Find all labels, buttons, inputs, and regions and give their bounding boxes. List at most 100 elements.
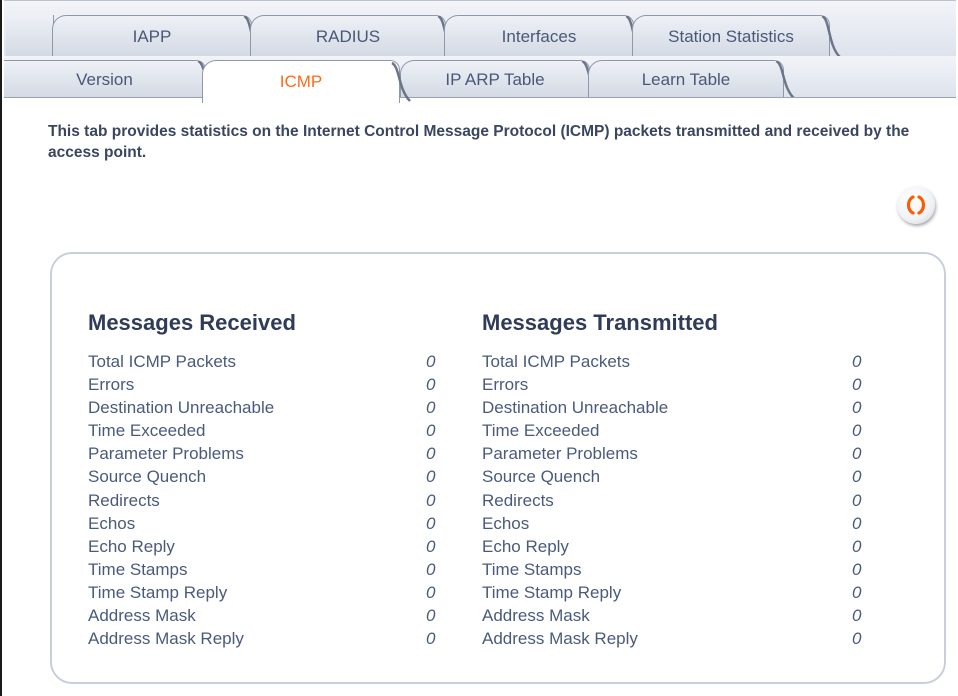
stat-row: Redirects 0: [88, 489, 448, 512]
icmp-statistics-panel: Messages Received Total ICMP Packets 0 Er…: [50, 252, 946, 684]
section-title: Messages Received: [88, 310, 296, 335]
tab-ip-arp-table[interactable]: IP ARP Table: [400, 60, 601, 98]
tab-label: IAPP: [132, 26, 172, 46]
page-description: This tab provides statistics on the Inte…: [48, 123, 910, 161]
stat-row: Echo Reply 0: [88, 535, 448, 558]
tab-curl-icon: [775, 61, 795, 98]
stat-value: 0: [852, 559, 862, 579]
stat-row: Echos 0: [482, 512, 882, 535]
tab-version[interactable]: Version: [4, 60, 217, 98]
stat-label: Address Mask Reply: [88, 629, 244, 649]
stat-row: Source Quench 0: [88, 465, 448, 488]
stat-label: Time Exceeded: [88, 421, 206, 441]
stat-label: Parameter Problems: [482, 444, 638, 464]
stat-label: Total ICMP Packets: [482, 352, 631, 371]
stat-label: Destination Unreachable: [482, 398, 669, 418]
tab-label: IP ARP Table: [445, 69, 545, 89]
messages-received-section: Messages Received Total ICMP Packets 0 Er…: [88, 308, 448, 666]
stat-value: 0: [426, 559, 436, 579]
stat-row: Address Mask 0: [482, 604, 882, 627]
stat-row: Echos 0: [88, 512, 448, 535]
tab-curl-icon: [821, 16, 841, 57]
tab-label: Station Statistics: [668, 26, 794, 46]
stat-value: 0: [426, 467, 436, 487]
tab-interfaces[interactable]: Interfaces: [444, 15, 645, 57]
stat-label: Parameter Problems: [88, 444, 244, 464]
stat-value: 0: [852, 375, 862, 395]
stat-value: 0: [852, 536, 862, 556]
stat-value: 0: [426, 536, 436, 556]
stat-row: Destination Unreachable 0: [482, 396, 882, 419]
stat-value: 0: [852, 444, 862, 464]
messages-transmitted-section: Messages Transmitted Total ICMP Packets 0…: [482, 308, 882, 666]
tab-label: ICMP: [279, 72, 323, 91]
stat-row: Echo Reply 0: [482, 535, 882, 558]
section-title: Messages Transmitted: [482, 310, 718, 335]
stat-label: Errors: [88, 375, 135, 395]
stat-value: 0: [852, 352, 862, 371]
stat-value: 0: [426, 444, 436, 464]
stat-row: Total ICMP Packets 0: [482, 350, 882, 373]
stat-value: 0: [852, 629, 862, 649]
refresh-icon: [906, 195, 926, 215]
stat-row: Time Stamp Reply 0: [88, 581, 448, 604]
refresh-button[interactable]: [897, 186, 935, 224]
tab-label: Interfaces: [501, 26, 577, 46]
tab-radius[interactable]: RADIUS: [250, 15, 457, 57]
received-stats-list: Total ICMP Packets 0 Errors 0 Destination …: [88, 350, 448, 650]
tab-edge: [6, 15, 54, 57]
stat-row: Time Stamp Reply 0: [482, 581, 882, 604]
stat-value: 0: [852, 513, 862, 533]
stat-row: Address Mask 0: [88, 604, 448, 627]
page-frame: IAPP RADIUS Interfaces Station Statistic…: [0, 0, 956, 696]
tab-icmp[interactable]: ICMP: [202, 60, 411, 103]
stat-value: 0: [426, 606, 436, 626]
stat-row: Source Quench 0: [482, 465, 882, 488]
stat-label: Time Exceeded: [482, 421, 600, 441]
transmitted-stats-list: Total ICMP Packets 0 Errors 0 Destination …: [482, 350, 882, 650]
stat-row: Total ICMP Packets 0: [88, 350, 448, 373]
stat-row: Errors 0: [88, 373, 448, 396]
stat-value: 0: [852, 398, 862, 418]
stat-label: Redirects: [88, 490, 160, 510]
stat-value: 0: [426, 398, 436, 418]
stat-value: 0: [426, 375, 436, 395]
stat-label: Echos: [88, 513, 136, 533]
tab-label: Version: [76, 69, 133, 89]
stat-row: Redirects 0: [482, 489, 882, 512]
stat-value: 0: [852, 467, 862, 487]
tab-row-upper: IAPP RADIUS Interfaces Station Statistic…: [4, 0, 956, 57]
tab-station-statistics[interactable]: Station Statistics: [632, 15, 841, 57]
stat-value: 0: [426, 629, 436, 649]
stat-label: Address Mask: [482, 606, 590, 626]
stat-label: Time Stamps: [88, 559, 188, 579]
stat-row: Parameter Problems 0: [88, 442, 448, 465]
stat-label: Time Stamps: [482, 559, 582, 579]
stat-row: Time Exceeded 0: [482, 419, 882, 442]
stat-row: Parameter Problems 0: [482, 442, 882, 465]
stat-row: Address Mask Reply 0: [482, 627, 882, 650]
stat-label: Errors: [482, 375, 529, 395]
tab-learn-table[interactable]: Learn Table: [588, 60, 795, 98]
tab-label: RADIUS: [315, 26, 381, 46]
stat-label: Time Stamp Reply: [482, 582, 622, 602]
stat-label: Total ICMP Packets: [88, 352, 237, 371]
stat-label: Echo Reply: [482, 536, 569, 556]
stat-value: 0: [426, 421, 436, 441]
tab-label: Learn Table: [641, 69, 731, 89]
stat-row: Destination Unreachable 0: [88, 396, 448, 419]
tab-row-lower: Version ICMP IP ARP Table Learn Table: [4, 56, 956, 103]
stat-row: Time Stamps 0: [482, 558, 882, 581]
stat-value: 0: [852, 582, 862, 602]
stat-row: Address Mask Reply 0: [88, 627, 448, 650]
stat-label: Address Mask: [88, 606, 196, 626]
stat-label: Redirects: [482, 490, 554, 510]
stat-value: 0: [426, 490, 436, 510]
tab-iapp[interactable]: IAPP: [52, 15, 263, 57]
stat-label: Source Quench: [88, 467, 207, 487]
stat-label: Time Stamp Reply: [88, 582, 228, 602]
stat-label: Destination Unreachable: [88, 398, 275, 418]
stat-row: Time Stamps 0: [88, 558, 448, 581]
stat-value: 0: [426, 352, 436, 371]
tab-curl-icon: [391, 61, 411, 102]
